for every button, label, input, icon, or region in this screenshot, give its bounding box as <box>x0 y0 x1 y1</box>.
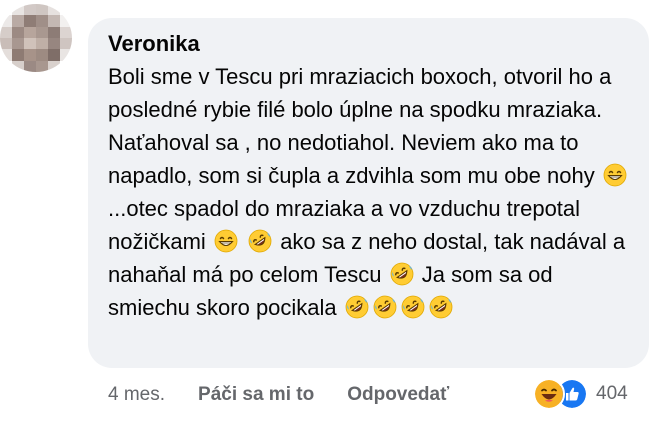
rofl-emoji-icon <box>345 295 369 319</box>
grin-emoji-icon <box>214 229 238 253</box>
comment-text: Boli sme v Tescu pri mraziacich boxoch, … <box>108 60 629 324</box>
grin-emoji-icon <box>603 163 627 187</box>
comment-timestamp[interactable]: 4 mes. <box>108 384 165 406</box>
comment-bubble: Veronika Boli sme v Tescu pri mraziacich… <box>88 18 649 368</box>
reaction-count: 404 <box>596 383 628 404</box>
avatar[interactable] <box>0 4 72 72</box>
reply-button[interactable]: Odpovedať <box>347 384 449 406</box>
haha-reaction-icon <box>533 378 565 410</box>
rofl-emoji-icon <box>401 295 425 319</box>
comment-author[interactable]: Veronika <box>108 30 629 58</box>
rofl-emoji-icon <box>429 295 453 319</box>
like-button[interactable]: Páči sa mi to <box>198 384 314 406</box>
reaction-summary[interactable]: 404 <box>533 378 628 410</box>
rofl-emoji-icon <box>373 295 397 319</box>
rofl-emoji-icon <box>248 229 272 253</box>
rofl-emoji-icon <box>390 262 414 286</box>
comment-text-part: Boli sme v Tescu pri mraziacich boxoch, … <box>108 64 612 188</box>
comment-actions: 4 mes. Páči sa mi to Odpovedať <box>108 380 449 410</box>
